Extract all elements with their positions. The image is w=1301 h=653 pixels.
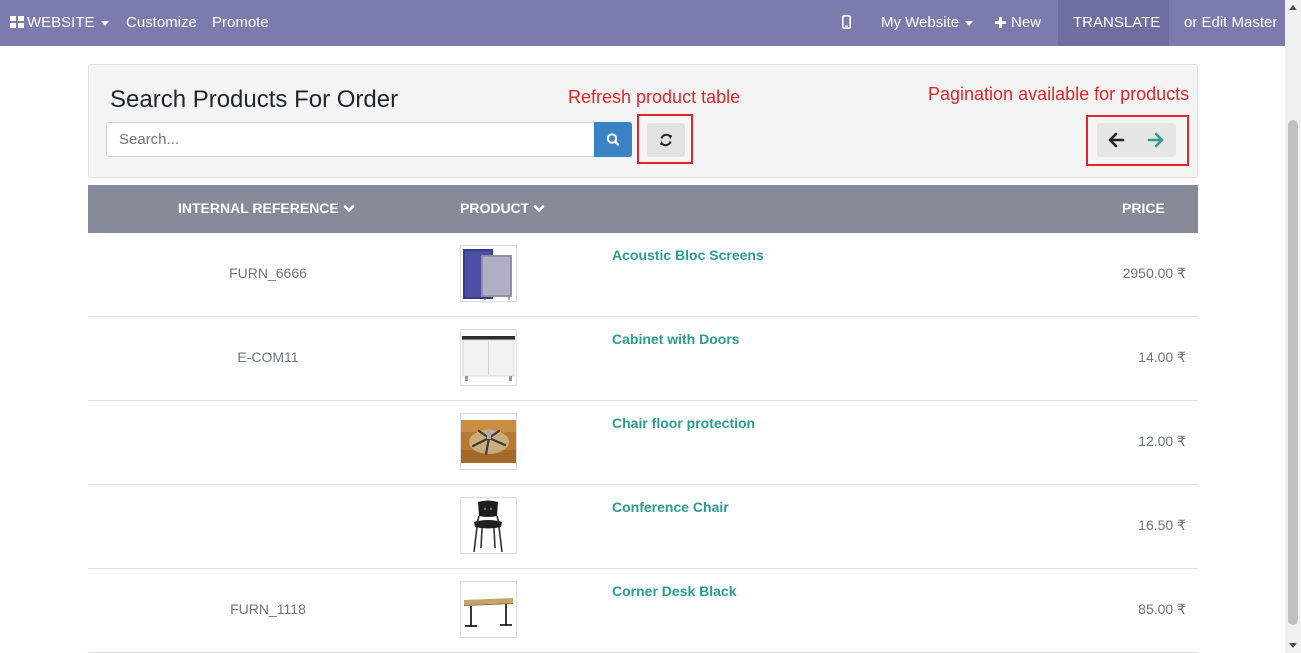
sort-internal-reference[interactable]: INTERNAL REFERENCE [178,185,355,233]
internal-reference-cell: FURN_6666 [229,265,307,281]
scroll-down-icon[interactable] [1289,643,1297,648]
acoustic-screens-image [460,245,517,302]
table-row: FURN_1118 Corner Desk Black 85.00 ₹ [88,569,1198,653]
plus-icon [995,17,1006,28]
previous-page-button[interactable] [1097,123,1136,157]
internal-reference-cell: E-COM11 [237,349,299,365]
scroll-up-icon[interactable] [1289,5,1297,10]
scrollbar-thumb[interactable] [1288,120,1298,625]
sort-product[interactable]: PRODUCT [460,185,545,233]
product-name-link[interactable]: Cabinet with Doors [612,331,740,347]
arrow-right-icon [1147,132,1164,148]
chair-floor-protection-image [460,413,517,470]
price-cell: 14.00 ₹ [1138,349,1186,365]
table-row: E-COM11 Cabinet with Doors 14.00 ₹ [88,317,1198,401]
my-website-menu[interactable]: My Website [881,0,974,46]
conference-chair-image [460,497,517,554]
cabinet-image [460,329,517,386]
page-scrollbar[interactable] [1285,0,1301,653]
edit-master-link[interactable]: or Edit Master [1184,0,1277,46]
product-name-link[interactable]: Chair floor protection [612,415,755,431]
website-navbar: WEBSITE Customize Promote My Website New… [0,0,1285,46]
header-price: PRICE [1122,200,1165,216]
product-table-header: INTERNAL REFERENCE PRODUCT PRICE [88,185,1198,233]
chevron-down-icon [343,205,354,212]
table-row: FURN_6666 Acoustic Bloc Screens 2950.00 … [88,233,1198,317]
arrow-left-icon [1108,132,1125,148]
search-button[interactable] [594,122,632,157]
refresh-icon [659,133,673,147]
price-cell: 12.00 ₹ [1138,433,1186,449]
search-panel: Search Products For Order [88,64,1198,178]
my-website-label: My Website [881,14,960,31]
chevron-down-icon [533,205,545,212]
translate-button[interactable]: TRANSLATE [1073,0,1160,46]
table-row: Conference Chair 16.50 ₹ [88,485,1198,569]
product-name-link[interactable]: Corner Desk Black [612,583,737,599]
caret-down-icon [100,20,109,26]
customize-menu[interactable]: Customize [126,0,197,46]
price-cell: 2950.00 ₹ [1122,265,1186,281]
caret-down-icon [965,20,974,26]
search-icon [606,133,620,146]
promote-menu[interactable]: Promote [212,0,269,46]
price-cell: 16.50 ₹ [1138,517,1186,533]
internal-reference-cell: FURN_1118 [230,601,306,617]
page-title: Search Products For Order [110,86,399,113]
new-label: New [1011,14,1042,31]
search-input[interactable] [106,122,606,157]
apps-grid-icon [10,16,24,28]
price-cell: 85.00 ₹ [1138,601,1186,617]
pagination [1097,123,1176,157]
refresh-button[interactable] [647,123,685,157]
website-menu[interactable]: WEBSITE [10,0,109,46]
next-page-button[interactable] [1137,123,1176,157]
header-internal-reference: INTERNAL REFERENCE [178,200,339,216]
table-row: Chair floor protection 12.00 ₹ [88,401,1198,485]
product-name-link[interactable]: Conference Chair [612,499,729,515]
corner-desk-image [460,581,517,638]
pagination-annotation-label: Pagination available for products [928,84,1190,104]
mobile-phone-icon [842,15,852,29]
mobile-preview-button[interactable] [842,0,852,46]
new-button[interactable]: New [995,0,1041,46]
product-table-body: FURN_6666 Acoustic Bloc Screens 2950.00 … [88,233,1198,653]
refresh-annotation-label: Refresh product table [568,87,741,107]
product-name-link[interactable]: Acoustic Bloc Screens [612,247,764,263]
website-menu-label: WEBSITE [27,14,95,31]
header-product: PRODUCT [460,200,530,216]
